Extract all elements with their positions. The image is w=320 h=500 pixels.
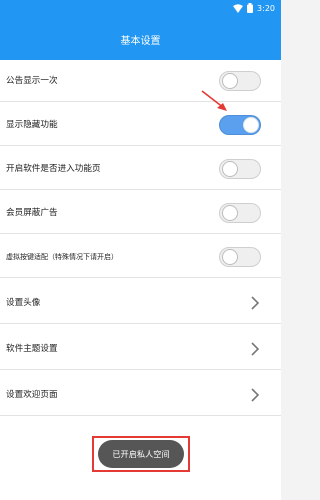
setting-label: 开启软件是否进入功能页 — [6, 164, 101, 174]
annotation-arrow-icon — [201, 90, 227, 111]
status-time: 3:20 — [257, 3, 275, 13]
page-title: 基本设置 — [120, 36, 161, 47]
toggle-switch-off[interactable] — [219, 203, 261, 223]
toggle-knob — [222, 249, 238, 265]
setting-row-set-avatar[interactable]: 设置头像 — [0, 282, 281, 324]
app-header: 3:20 基本设置 — [0, 0, 281, 60]
setting-label: 公告显示一次 — [6, 76, 58, 86]
setting-label: 虚拟按键适配（特殊情况下请开启） — [6, 253, 118, 261]
toggle-switch-off[interactable] — [219, 247, 261, 267]
toggle-knob — [243, 117, 259, 133]
settings-list: 公告显示一次 显示隐藏功能 开启软件是否进入功能页 会员屏蔽广告 虚拟按键适配（… — [0, 60, 281, 500]
chevron-right-icon — [251, 388, 260, 402]
battery-icon — [247, 3, 254, 13]
private-space-button[interactable]: 已开启私人空间 — [98, 440, 184, 468]
setting-label: 显示隐藏功能 — [6, 120, 58, 130]
setting-row-welcome-page[interactable]: 设置欢迎页面 — [0, 374, 281, 416]
chevron-right-icon — [251, 296, 260, 310]
setting-label: 设置欢迎页面 — [6, 390, 58, 400]
setting-row-open-feature-page[interactable]: 开启软件是否进入功能页 — [0, 148, 281, 190]
setting-label: 设置头像 — [6, 298, 41, 308]
setting-row-theme-settings[interactable]: 软件主题设置 — [0, 328, 281, 370]
setting-label: 会员屏蔽广告 — [6, 208, 58, 218]
toggle-switch-off[interactable] — [219, 159, 261, 179]
setting-row-member-block-ads[interactable]: 会员屏蔽广告 — [0, 192, 281, 234]
setting-label: 软件主题设置 — [6, 344, 58, 354]
setting-row-virtual-keys-adapt[interactable]: 虚拟按键适配（特殊情况下请开启） — [0, 236, 281, 278]
chevron-right-icon — [251, 342, 260, 356]
toggle-knob — [222, 205, 238, 221]
setting-row-show-hidden-features[interactable]: 显示隐藏功能 — [0, 104, 281, 146]
toggle-knob — [222, 73, 238, 89]
toggle-knob — [222, 161, 238, 177]
toggle-switch-on[interactable] — [219, 115, 261, 135]
toggle-switch-off[interactable] — [219, 71, 261, 91]
setting-row-announcement-once[interactable]: 公告显示一次 — [0, 60, 281, 102]
wifi-icon — [233, 3, 244, 13]
status-bar: 3:20 — [233, 2, 275, 14]
